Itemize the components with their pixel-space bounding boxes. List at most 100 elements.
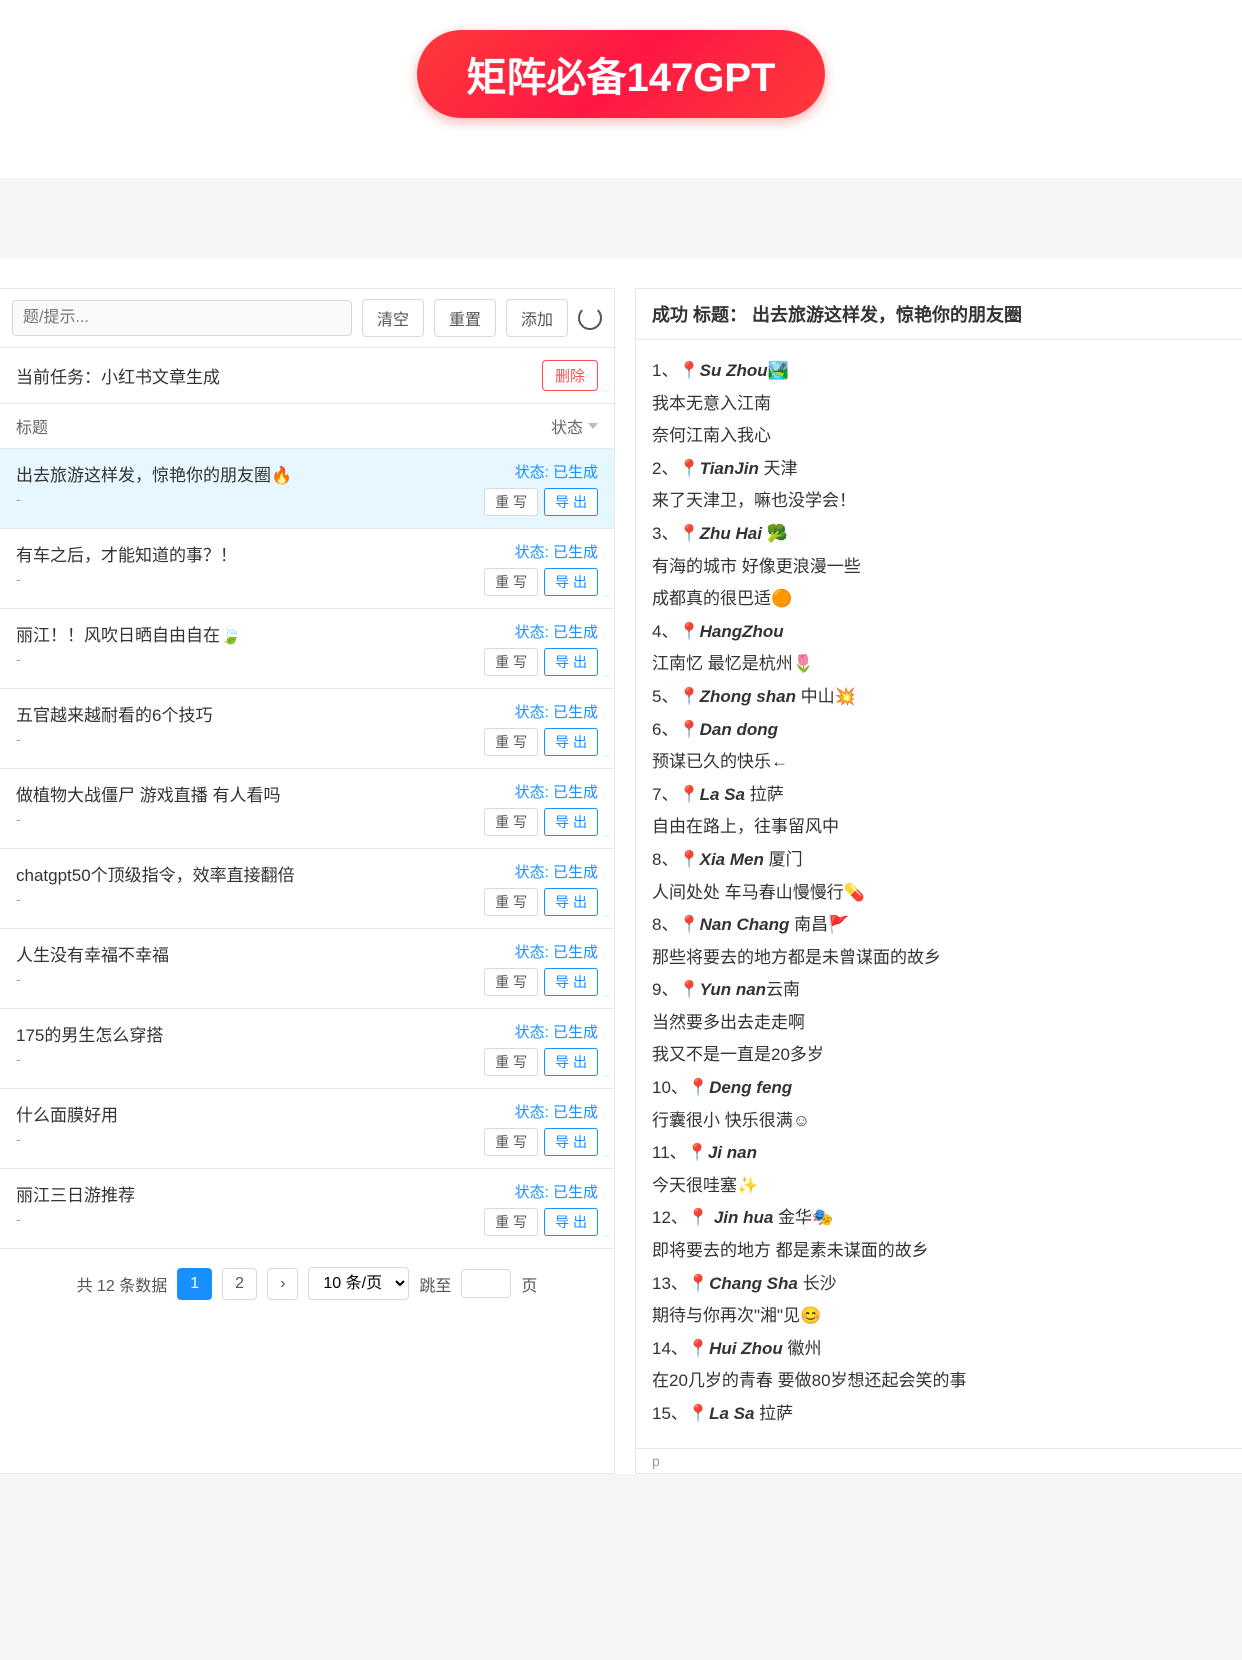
- content-line: 即将要去的地方 都是素未谋面的故乡: [652, 1236, 1226, 1267]
- refresh-icon[interactable]: [578, 306, 602, 330]
- list-item[interactable]: chatgpt50个顶级指令，效率直接翻倍 - 状态: 已生成 重 写 导 出: [0, 849, 614, 929]
- rewrite-button[interactable]: 重 写: [484, 888, 538, 916]
- rewrite-button[interactable]: 重 写: [484, 1208, 538, 1236]
- content-line: 我又不是一直是20多岁: [652, 1040, 1226, 1071]
- add-button[interactable]: 添加: [506, 299, 568, 337]
- jump-label: 跳至: [419, 1272, 451, 1296]
- content-line: 5、📍Zhong shan 中山💥: [652, 682, 1226, 713]
- current-task-row: 当前任务：小红书文章生成 删除: [0, 348, 614, 404]
- content-line: 6、📍Dan dong: [652, 715, 1226, 746]
- footer-text: p: [636, 1449, 1242, 1473]
- item-sub: -: [16, 891, 295, 907]
- export-button[interactable]: 导 出: [544, 488, 598, 516]
- item-status: 状态: 已生成: [468, 461, 598, 482]
- content-line: 有海的城市 好像更浪漫一些: [652, 552, 1226, 583]
- item-sub: -: [16, 971, 169, 987]
- list-item[interactable]: 丽江三日游推荐 - 状态: 已生成 重 写 导 出: [0, 1169, 614, 1249]
- delete-button[interactable]: 删除: [542, 360, 598, 391]
- content-line: 成都真的很巴适🟠: [652, 584, 1226, 615]
- jump-page-input[interactable]: [461, 1269, 511, 1298]
- page-2-button[interactable]: 2: [222, 1268, 257, 1300]
- content-line: 13、📍Chang Sha 长沙: [652, 1269, 1226, 1300]
- header-status-filter[interactable]: 状态: [551, 414, 598, 438]
- export-button[interactable]: 导 出: [544, 888, 598, 916]
- list-item[interactable]: 有车之后，才能知道的事？！ - 状态: 已生成 重 写 导 出: [0, 529, 614, 609]
- rewrite-button[interactable]: 重 写: [484, 1048, 538, 1076]
- left-panel: 清空 重置 添加 当前任务：小红书文章生成 删除 标题 状态 出去旅游这样发，惊…: [0, 288, 615, 1474]
- content-line: 2、📍TianJin 天津: [652, 454, 1226, 485]
- header-status-label: 状态: [551, 414, 583, 438]
- reset-button[interactable]: 重置: [434, 299, 496, 337]
- table-header: 标题 状态: [0, 404, 614, 449]
- rewrite-button[interactable]: 重 写: [484, 1128, 538, 1156]
- rewrite-button[interactable]: 重 写: [484, 488, 538, 516]
- list-item[interactable]: 人生没有幸福不幸福 - 状态: 已生成 重 写 导 出: [0, 929, 614, 1009]
- item-status: 状态: 已生成: [468, 781, 598, 802]
- item-status: 状态: 已生成: [468, 701, 598, 722]
- search-input[interactable]: [12, 300, 352, 336]
- header-title: 标题: [16, 414, 48, 438]
- toolbar: 清空 重置 添加: [0, 289, 614, 348]
- item-title: 175的男生怎么穿搭: [16, 1021, 163, 1046]
- page-1-button[interactable]: 1: [177, 1268, 212, 1300]
- rewrite-button[interactable]: 重 写: [484, 648, 538, 676]
- rewrite-button[interactable]: 重 写: [484, 968, 538, 996]
- task-prefix: 当前任务：: [16, 368, 101, 387]
- per-page-select[interactable]: 10 条/页: [308, 1267, 409, 1300]
- banner-title: 矩阵必备147GPT: [417, 30, 826, 118]
- item-sub: -: [16, 1051, 163, 1067]
- content-line: 8、📍Xia Men 厦门: [652, 845, 1226, 876]
- export-button[interactable]: 导 出: [544, 568, 598, 596]
- content-line: 行囊很小 快乐很满☺: [652, 1106, 1226, 1137]
- list-item[interactable]: 五官越来越耐看的6个技巧 - 状态: 已生成 重 写 导 出: [0, 689, 614, 769]
- export-button[interactable]: 导 出: [544, 1208, 598, 1236]
- list-item[interactable]: 出去旅游这样发，惊艳你的朋友圈🔥 - 状态: 已生成 重 写 导 出: [0, 449, 614, 529]
- task-name: 小红书文章生成: [101, 368, 220, 387]
- item-sub: -: [16, 491, 292, 507]
- list-item[interactable]: 什么面膜好用 - 状态: 已生成 重 写 导 出: [0, 1089, 614, 1169]
- list-item[interactable]: 丽江！！风吹日晒自由自在🍃 - 状态: 已生成 重 写 导 出: [0, 609, 614, 689]
- rewrite-button[interactable]: 重 写: [484, 808, 538, 836]
- item-status: 状态: 已生成: [468, 541, 598, 562]
- list-item[interactable]: 175的男生怎么穿搭 - 状态: 已生成 重 写 导 出: [0, 1009, 614, 1089]
- content-line: 14、📍Hui Zhou 徽州: [652, 1334, 1226, 1365]
- content-line: 8、📍Nan Chang 南昌🚩: [652, 910, 1226, 941]
- content-line: 江南忆 最忆是杭州🌷: [652, 649, 1226, 680]
- content-line: 3、📍Zhu Hai 🥦: [652, 519, 1226, 550]
- content-line: 我本无意入江南: [652, 389, 1226, 420]
- export-button[interactable]: 导 出: [544, 648, 598, 676]
- item-sub: -: [16, 1211, 135, 1227]
- export-button[interactable]: 导 出: [544, 1128, 598, 1156]
- content-line: 奈何江南入我心: [652, 421, 1226, 452]
- item-title: 丽江三日游推荐: [16, 1181, 135, 1206]
- item-sub: -: [16, 731, 212, 747]
- export-button[interactable]: 导 出: [544, 728, 598, 756]
- content-line: 4、📍HangZhou: [652, 617, 1226, 648]
- item-title: 五官越来越耐看的6个技巧: [16, 701, 212, 726]
- content-line: 期待与你再次"湘"见😊: [652, 1301, 1226, 1332]
- content-line: 7、📍La Sa 拉萨: [652, 780, 1226, 811]
- rewrite-button[interactable]: 重 写: [484, 728, 538, 756]
- content-line: 1、📍Su Zhou🏞️: [652, 356, 1226, 387]
- item-title: 丽江！！风吹日晒自由自在🍃: [16, 621, 241, 646]
- export-button[interactable]: 导 出: [544, 808, 598, 836]
- clear-button[interactable]: 清空: [362, 299, 424, 337]
- content-line: 来了天津卫，嘛也没学会！: [652, 486, 1226, 517]
- next-page-button[interactable]: ›: [267, 1268, 298, 1300]
- item-sub: -: [16, 651, 241, 667]
- content-line: 11、📍Ji nan: [652, 1138, 1226, 1169]
- item-status: 状态: 已生成: [468, 941, 598, 962]
- content-line: 12、📍 Jin hua 金华🎭: [652, 1203, 1226, 1234]
- export-button[interactable]: 导 出: [544, 968, 598, 996]
- export-button[interactable]: 导 出: [544, 1048, 598, 1076]
- list-item[interactable]: 做植物大战僵尸 游戏直播 有人看吗 - 状态: 已生成 重 写 导 出: [0, 769, 614, 849]
- item-title: 出去旅游这样发，惊艳你的朋友圈🔥: [16, 461, 292, 486]
- item-title: 人生没有幸福不幸福: [16, 941, 169, 966]
- item-title: 什么面膜好用: [16, 1101, 118, 1126]
- item-title: chatgpt50个顶级指令，效率直接翻倍: [16, 861, 295, 886]
- item-status: 状态: 已生成: [468, 1181, 598, 1202]
- content-line: 9、📍Yun nan云南: [652, 975, 1226, 1006]
- item-sub: -: [16, 571, 237, 587]
- result-content: 1、📍Su Zhou🏞️我本无意入江南奈何江南入我心2、📍TianJin 天津来…: [636, 340, 1242, 1449]
- rewrite-button[interactable]: 重 写: [484, 568, 538, 596]
